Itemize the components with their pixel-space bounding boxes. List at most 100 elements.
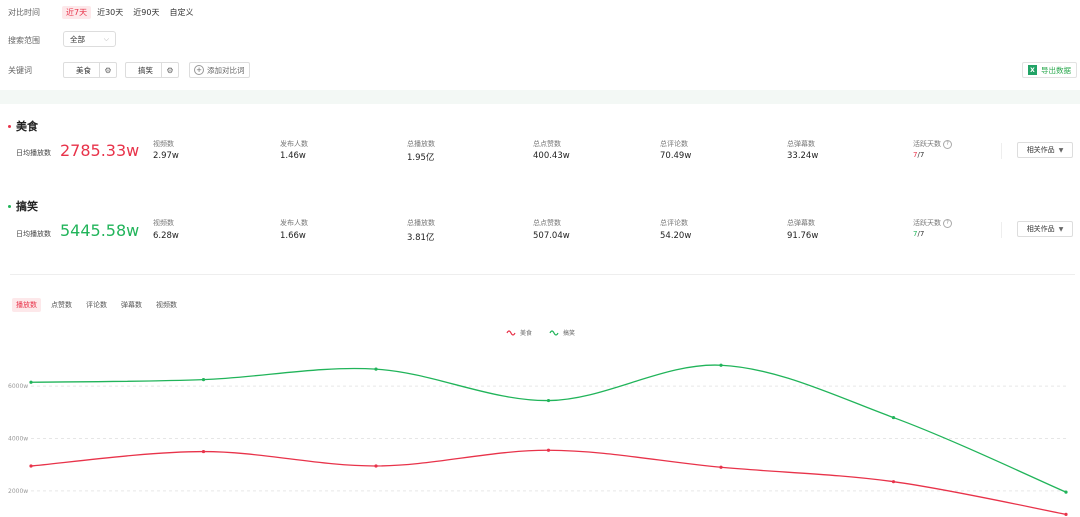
avg-play-label: 日均播放数 — [16, 149, 51, 157]
keyword-chip-2[interactable]: 搞笑 ⚙ — [125, 62, 179, 78]
metric-label: 总点赞数 — [533, 219, 561, 227]
help-icon[interactable]: ? — [943, 139, 952, 149]
metric-value: 400.43w — [533, 151, 570, 161]
metric-label: 总评论数 — [660, 140, 688, 148]
metric-value: 33.24w — [787, 151, 819, 161]
time-option-7d[interactable]: 近7天 — [62, 6, 92, 19]
export-label: 导出数据 — [1041, 65, 1071, 75]
vertical-divider — [1001, 222, 1002, 238]
time-option-30d[interactable]: 近30天 — [93, 6, 127, 19]
related-works-label: 相关作品 — [1026, 146, 1055, 154]
keyword-title-1: 美食 — [8, 118, 38, 134]
y-tick-label: 4000w — [8, 436, 28, 443]
metric-label: 总评论数 — [660, 219, 688, 227]
metric-value: 1.46w — [280, 151, 306, 161]
metric-value: 507.04w — [533, 231, 570, 241]
horizontal-divider — [10, 274, 1075, 275]
keyword-label: 关键词 — [8, 66, 32, 75]
vertical-divider — [1001, 143, 1002, 159]
y-axis-ticks: 2000w 4000w 6000w — [8, 383, 28, 495]
scope-value: 全部 — [70, 34, 85, 44]
legend-label: 美食 — [520, 329, 532, 337]
metric-label: 发布人数 — [280, 140, 308, 148]
data-point — [719, 363, 723, 367]
data-point — [201, 449, 206, 454]
active-days-total: /7 — [917, 230, 925, 238]
active-days-label-group: 活跃天数? — [913, 139, 952, 149]
metric-label: 视频数 — [153, 219, 174, 227]
metric-label: 视频数 — [153, 140, 174, 148]
excel-icon: X — [1028, 65, 1037, 75]
tab-videos[interactable]: 视频数 — [152, 298, 181, 312]
tab-danmaku[interactable]: 弹幕数 — [117, 298, 146, 312]
tab-play[interactable]: 播放数 — [12, 298, 41, 312]
metric-label: 发布人数 — [280, 219, 308, 227]
export-button[interactable]: X 导出数据 — [1022, 62, 1077, 78]
trend-chart: 美食 搞笑 2000w 4000w 6000w — [8, 329, 1068, 516]
metric-label: 总弹幕数 — [787, 219, 815, 227]
scope-label: 搜索范围 — [8, 36, 40, 45]
gear-icon[interactable]: ⚙ — [161, 63, 178, 77]
series-line-搞笑 — [30, 364, 1067, 493]
active-days-label-group: 活跃天数? — [913, 218, 952, 228]
data-point — [891, 480, 896, 484]
tab-likes[interactable]: 点赞数 — [47, 298, 76, 312]
chart-legend: 美食 搞笑 — [506, 329, 575, 337]
y-tick-label: 2000w — [8, 488, 28, 495]
data-point — [374, 464, 378, 468]
time-option-custom[interactable]: 自定义 — [165, 6, 197, 19]
metric-tabs: 播放数 点赞数 评论数 弹幕数 视频数 — [12, 298, 181, 312]
legend-swatch — [549, 330, 559, 336]
time-option-90d[interactable]: 近90天 — [129, 6, 163, 19]
keyword-chip-label: 搞笑 — [138, 65, 153, 75]
metric-value: 6.28w — [153, 231, 179, 241]
data-point — [29, 380, 33, 384]
metric-label: 总点赞数 — [533, 140, 561, 148]
active-days-label: 活跃天数 — [913, 219, 941, 227]
y-tick-label: 6000w — [8, 383, 28, 390]
keyword-chip-label: 美食 — [76, 65, 91, 75]
series-line-美食 — [30, 449, 1067, 516]
plus-circle-icon: + — [194, 65, 204, 75]
metric-value: 3.81亿 — [407, 233, 435, 243]
data-point — [546, 448, 551, 452]
bullet-dot — [8, 124, 11, 128]
data-point — [1064, 490, 1068, 494]
add-keyword-button[interactable]: + 添加对比词 — [189, 62, 250, 78]
data-point — [1064, 512, 1068, 516]
active-days-total: /7 — [917, 151, 925, 159]
data-point — [374, 367, 378, 371]
avg-play-value: 2785.33w — [60, 141, 140, 160]
time-label: 对比时间 — [8, 8, 40, 17]
scope-select[interactable]: 全部 ⌵ — [63, 31, 116, 47]
keyword-name: 搞笑 — [16, 200, 38, 213]
keyword-chip-1[interactable]: 美食 ⚙ — [63, 62, 117, 78]
caret-down-icon: ▼ — [1058, 225, 1064, 233]
active-days-value: 7/7 — [913, 151, 924, 159]
keyword-title-2: 搞笑 — [8, 198, 38, 214]
data-point — [891, 415, 896, 420]
related-works-label: 相关作品 — [1026, 225, 1055, 233]
active-days-label: 活跃天数 — [913, 140, 941, 148]
data-point — [546, 398, 551, 403]
metric-value: 70.49w — [660, 151, 692, 161]
related-works-button[interactable]: 相关作品 ▼ — [1017, 221, 1073, 237]
avg-play-value: 5445.58w — [60, 221, 140, 240]
metric-value: 54.20w — [660, 231, 692, 241]
metric-value: 2.97w — [153, 151, 179, 161]
legend-label: 搞笑 — [563, 329, 575, 337]
avg-play-label: 日均播放数 — [16, 230, 51, 238]
chevron-down-icon: ⌵ — [103, 34, 109, 43]
bullet-dot — [8, 204, 11, 208]
add-keyword-label: 添加对比词 — [207, 65, 245, 75]
data-point — [29, 464, 33, 468]
tab-comments[interactable]: 评论数 — [82, 298, 111, 312]
gear-icon[interactable]: ⚙ — [99, 63, 116, 77]
legend-swatch — [506, 330, 516, 336]
help-icon[interactable]: ? — [943, 218, 952, 228]
time-options: 近7天 近30天 近90天 自定义 — [62, 6, 197, 19]
metric-value: 1.95亿 — [407, 153, 435, 163]
data-point — [201, 378, 206, 382]
related-works-button[interactable]: 相关作品 ▼ — [1017, 142, 1073, 158]
metric-value: 1.66w — [280, 231, 306, 241]
